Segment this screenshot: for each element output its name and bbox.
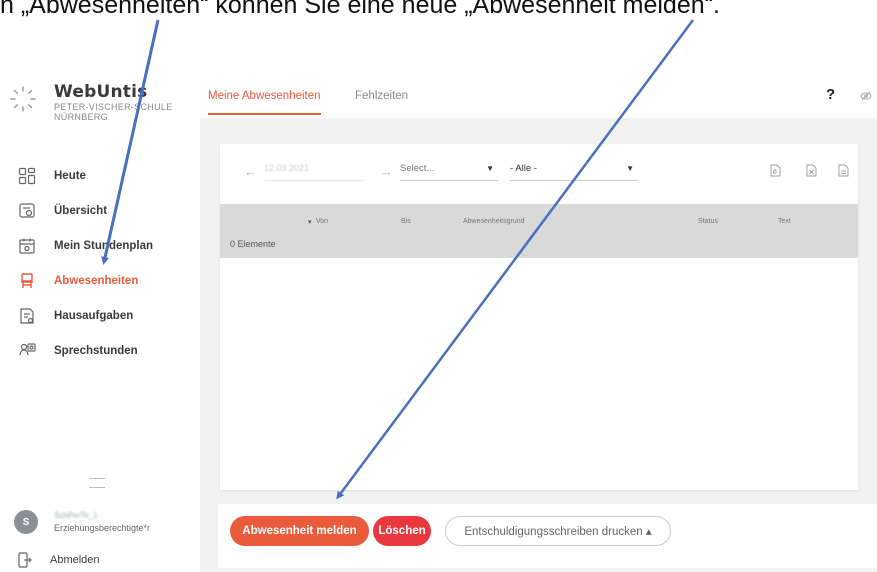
element-count: 0 Elemente bbox=[230, 239, 276, 249]
report-absence-button[interactable]: Abwesenheit melden bbox=[230, 516, 369, 546]
main-nav: Heute Übersicht Mein Stundenplan Abwesen… bbox=[0, 158, 196, 368]
sidebar-item-label: Sprechstunden bbox=[54, 344, 138, 357]
sidebar-item-uebersicht[interactable]: Übersicht bbox=[0, 193, 196, 228]
user-role: Erziehungsberechtigte*r bbox=[54, 523, 151, 533]
tab-fehlzeiten[interactable]: Fehlzeiten bbox=[355, 90, 408, 113]
print-excuse-button[interactable]: Entschuldigungsschreiben drucken ▴ bbox=[445, 516, 671, 546]
column-von[interactable]: Von bbox=[316, 218, 328, 225]
consultation-icon bbox=[19, 342, 36, 355]
column-bis[interactable]: Bis bbox=[401, 218, 411, 225]
caret-down-icon: ▼ bbox=[626, 163, 634, 173]
column-text[interactable]: Text bbox=[778, 218, 791, 225]
delete-button[interactable]: Löschen bbox=[373, 516, 431, 546]
menu-toggle-icon[interactable] bbox=[89, 478, 105, 488]
school-name-line2: NÜRNBERG bbox=[54, 112, 108, 122]
excel-export-icon[interactable] bbox=[806, 164, 817, 177]
logo-icon bbox=[10, 86, 36, 112]
sidebar: WebUntis PETER-VISCHER-SCHULE NÜRNBERG H… bbox=[0, 74, 196, 572]
sidebar-item-sprechstunden[interactable]: Sprechstunden bbox=[0, 333, 196, 368]
logout-icon bbox=[18, 552, 32, 568]
help-icon[interactable]: ? bbox=[826, 86, 835, 103]
sidebar-item-label: Übersicht bbox=[54, 204, 108, 217]
sidebar-item-label: Mein Stundenplan bbox=[54, 239, 154, 252]
sidebar-item-label: Abwesenheiten bbox=[54, 274, 139, 287]
instruction-caption: n „Abwesenheiten“ können Sie eine neue „… bbox=[0, 0, 720, 19]
select-dropdown[interactable]: Select... ▼ bbox=[400, 156, 498, 181]
calendar-icon bbox=[19, 238, 35, 254]
logo-title: WebUntis bbox=[54, 82, 148, 102]
action-bar: Abwesenheit melden Löschen Entschuldigun… bbox=[218, 504, 877, 568]
webuntis-logo: WebUntis PETER-VISCHER-SCHULE NÜRNBERG bbox=[8, 82, 173, 122]
filter-dropdown[interactable]: - Alle - ▼ bbox=[510, 156, 638, 181]
tab-meine-abwesenheiten[interactable]: Meine Abwesenheiten bbox=[208, 90, 321, 115]
dashboard-icon bbox=[18, 167, 36, 184]
logout-label: Abmelden bbox=[50, 554, 100, 566]
prev-arrow-icon[interactable]: ← bbox=[244, 164, 257, 179]
logout-link[interactable]: Abmelden bbox=[18, 552, 100, 568]
sidebar-item-label: Heute bbox=[54, 169, 86, 182]
user-profile[interactable]: S SchPerTe_1 Erziehungsberechtigte*r bbox=[14, 510, 150, 534]
sidebar-item-stundenplan[interactable]: Mein Stundenplan bbox=[0, 228, 196, 263]
overview-icon bbox=[19, 202, 35, 218]
sidebar-item-hausaufgaben[interactable]: Hausaufgaben bbox=[0, 298, 196, 333]
eye-off-icon[interactable] bbox=[860, 91, 872, 101]
sidebar-item-heute[interactable]: Heute bbox=[0, 158, 196, 193]
filter-value: - Alle - bbox=[510, 162, 537, 174]
main-content: Meine Abwesenheiten Fehlzeiten ? ← 12.09… bbox=[200, 74, 877, 572]
tab-bar: Meine Abwesenheiten Fehlzeiten ? bbox=[200, 74, 877, 118]
chair-icon bbox=[21, 272, 33, 288]
sidebar-item-label: Hausaufgaben bbox=[54, 309, 134, 322]
column-status[interactable]: Status bbox=[698, 218, 718, 225]
caret-down-icon: ▼ bbox=[486, 163, 494, 173]
filter-toolbar: ← 12.09.2021 → Select... ▼ - Alle - ▼ bbox=[220, 144, 858, 196]
homework-icon bbox=[20, 307, 34, 324]
user-name: SchPerTe_1 bbox=[54, 511, 98, 520]
absences-table-header: ▾ Von Bis Abwesenheitsgrund Status Text … bbox=[220, 204, 858, 258]
select-placeholder: Select... bbox=[400, 162, 435, 174]
school-name-line1: PETER-VISCHER-SCHULE bbox=[54, 102, 173, 112]
date-input[interactable]: 12.09.2021 bbox=[264, 156, 364, 181]
sidebar-item-abwesenheiten[interactable]: Abwesenheiten bbox=[0, 263, 196, 298]
pdf-export-icon[interactable] bbox=[770, 164, 781, 177]
column-abwesenheitsgrund[interactable]: Abwesenheitsgrund bbox=[463, 218, 525, 225]
absences-panel: ← 12.09.2021 → Select... ▼ - Alle - ▼ ▾ bbox=[220, 144, 858, 490]
sort-desc-icon[interactable]: ▾ bbox=[308, 218, 312, 226]
avatar: S bbox=[14, 510, 38, 534]
csv-export-icon[interactable] bbox=[838, 164, 849, 177]
next-arrow-icon[interactable]: → bbox=[380, 164, 393, 179]
